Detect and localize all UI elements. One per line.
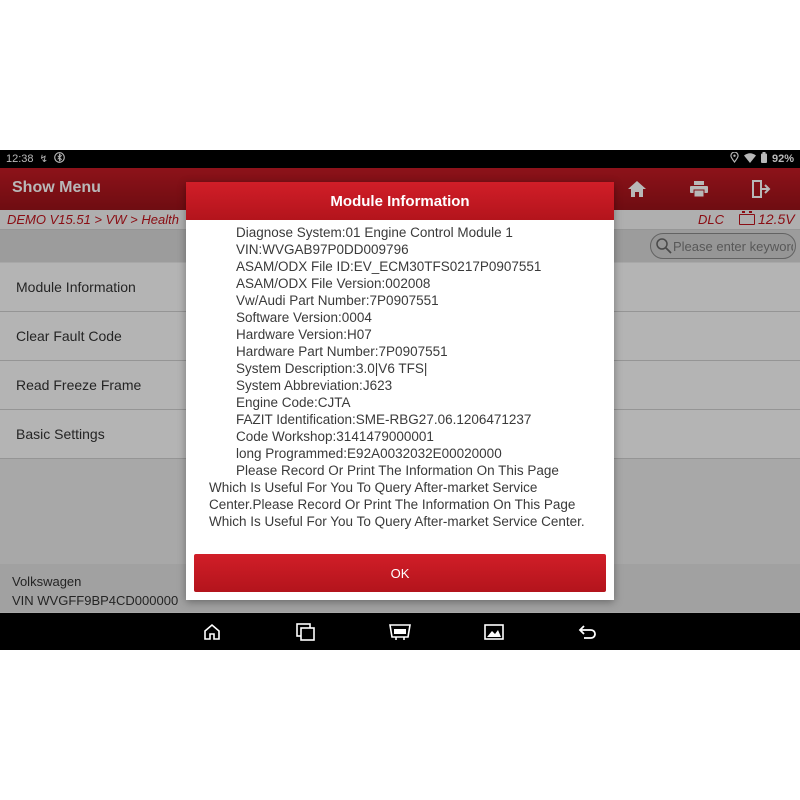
nav-gallery-button[interactable]	[482, 621, 506, 643]
modal-overlay: Module Information Diagnose System:01 En…	[0, 150, 800, 613]
info-line: ASAM/ODX File ID:EV_ECM30TFS0217P0907551	[236, 259, 542, 274]
back-icon	[578, 625, 596, 639]
info-line: Software Version:0004	[236, 310, 372, 325]
nav-home-button[interactable]	[200, 621, 224, 643]
ok-button[interactable]: OK	[194, 554, 606, 592]
info-line: long Programmed:E92A0032032E00020000	[236, 446, 502, 461]
info-line: Engine Code:CJTA	[236, 395, 351, 410]
nav-back-button[interactable]	[576, 621, 600, 643]
dialog-title: Module Information	[186, 182, 614, 220]
info-line: System Abbreviation:J623	[236, 378, 393, 393]
info-line: ASAM/ODX File Version:002008	[236, 276, 431, 291]
info-line: Hardware Version:H07	[236, 327, 372, 342]
dialog-body: Diagnose System:01 Engine Control Module…	[186, 220, 614, 548]
module-information-dialog: Module Information Diagnose System:01 En…	[186, 182, 614, 600]
tablet-screen: 12:38 ↯ 92% Show Menu DEMO V15.51 > VW >…	[0, 150, 800, 650]
info-line: Diagnose System:01 Engine Control Module…	[236, 225, 513, 240]
info-line: Code Workshop:3141479000001	[236, 429, 434, 444]
android-nav-bar	[0, 613, 800, 650]
gallery-icon	[484, 624, 504, 640]
info-line: VIN:WVGAB97P0DD009796	[236, 242, 409, 257]
info-note: Please Record Or Print The Information O…	[209, 463, 585, 529]
vci-icon	[389, 624, 411, 640]
info-line: Vw/Audi Part Number:7P0907551	[236, 293, 439, 308]
nav-vci-button[interactable]	[388, 621, 412, 643]
home-icon	[204, 623, 220, 640]
dialog-footer: OK	[186, 548, 614, 600]
info-line: FAZIT Identification:SME-RBG27.06.120647…	[236, 412, 532, 427]
nav-recent-apps-button[interactable]	[294, 621, 318, 643]
info-line: System Description:3.0|V6 TFS|	[236, 361, 428, 376]
recent-apps-icon	[296, 623, 315, 641]
info-line: Hardware Part Number:7P0907551	[236, 344, 448, 359]
